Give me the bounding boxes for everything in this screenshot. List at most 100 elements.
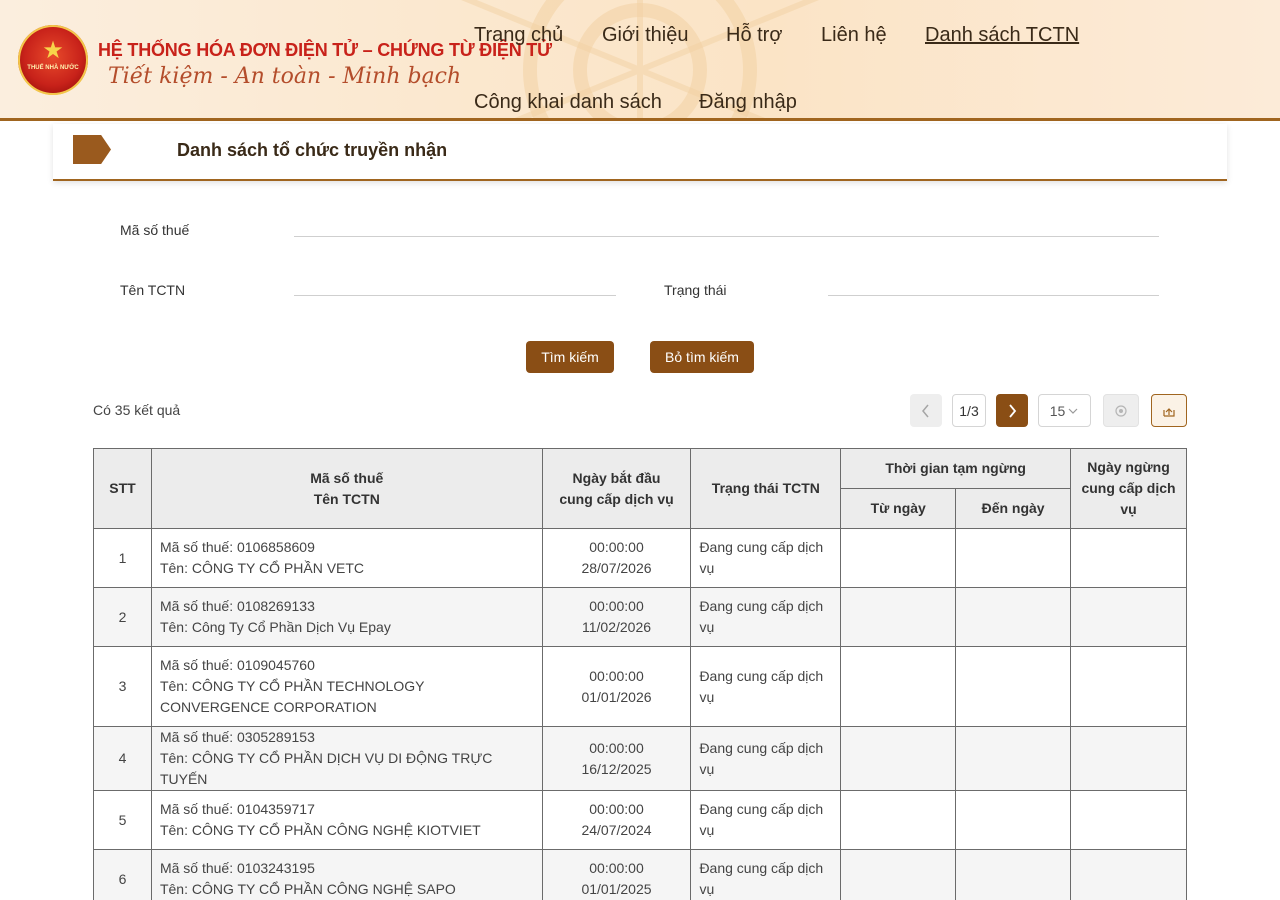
row-start-date: 00:00:00 28/07/2026	[541, 528, 692, 588]
row-tctn-name: Tên: Công Ty Cổ Phần Dịch Vụ Epay	[159, 619, 391, 635]
row-start-day: 28/07/2026	[581, 560, 652, 576]
row-from-date	[840, 726, 957, 791]
search-button[interactable]: Tìm kiếm	[526, 341, 614, 373]
header-to-date: Đến ngày	[955, 488, 1072, 529]
row-from-date	[840, 587, 957, 647]
status-select[interactable]	[828, 272, 1159, 296]
row-status: Đang cung cấp dịch vụ	[690, 790, 842, 850]
row-stop-date	[1070, 726, 1187, 791]
header-tax-code: Mã số thuế	[310, 469, 384, 486]
arrow-tag-icon	[73, 135, 111, 164]
row-start-time: 00:00:00	[589, 667, 644, 684]
row-stt: 5	[93, 790, 152, 850]
brand-slogan: Tiết kiệm - An toàn - Minh bạch	[108, 64, 462, 89]
row-status: Đang cung cấp dịch vụ	[690, 587, 842, 647]
table-row: 4 Mã số thuế: 0305289153 Tên: CÔNG TY CỔ…	[93, 726, 1187, 791]
clear-search-button[interactable]: Bỏ tìm kiếm	[650, 341, 754, 373]
row-tax-code: Mã số thuế: 0104359717	[159, 801, 315, 817]
row-to-date	[955, 646, 1072, 727]
nav-contact[interactable]: Liên hệ	[821, 24, 887, 47]
row-start-date: 00:00:00 16/12/2025	[541, 726, 692, 791]
row-stop-date	[1070, 790, 1187, 850]
header-tax-name: Mã số thuế Tên TCTN	[150, 448, 543, 529]
row-tax-code: Mã số thuế: 0106858609	[159, 539, 315, 555]
row-from-date	[840, 790, 957, 850]
tax-code-label: Mã số thuế	[120, 222, 190, 238]
nav-support[interactable]: Hỗ trợ	[726, 24, 782, 47]
row-stt: 6	[93, 849, 152, 900]
row-status: Đang cung cấp dịch vụ	[690, 849, 842, 900]
row-stop-date	[1070, 646, 1187, 727]
nav-public-list[interactable]: Công khai danh sách	[474, 91, 662, 114]
row-tctn-info: Mã số thuế: 0104359717 Tên: CÔNG TY CỔ P…	[150, 790, 543, 850]
row-start-date: 00:00:00 24/07/2024	[541, 790, 692, 850]
row-stt: 4	[93, 726, 152, 791]
page-indicator: 1/3	[952, 394, 986, 427]
status-label: Trạng thái	[664, 282, 727, 298]
section-header: Danh sách tổ chức truyền nhận	[53, 124, 1227, 181]
row-to-date	[955, 790, 1072, 850]
export-icon	[1163, 407, 1175, 417]
row-stt: 2	[93, 587, 152, 647]
chevron-left-icon	[922, 404, 929, 417]
row-start-date: 00:00:00 01/01/2026	[541, 646, 692, 727]
row-to-date	[955, 849, 1072, 900]
nav-login[interactable]: Đăng nhập	[699, 91, 797, 114]
row-start-day: 24/07/2024	[581, 822, 652, 838]
nav-about[interactable]: Giới thiệu	[602, 24, 688, 47]
table-row: 3 Mã số thuế: 0109045760 Tên: CÔNG TY CỔ…	[93, 646, 1187, 727]
row-stop-date	[1070, 587, 1187, 647]
row-tctn-name: Tên: CÔNG TY CỔ PHẦN VETC	[159, 560, 365, 576]
row-start-day: 01/01/2025	[581, 881, 652, 897]
prev-page-button[interactable]	[910, 394, 942, 427]
row-tctn-info: Mã số thuế: 0103243195 Tên: CÔNG TY CỔ P…	[150, 849, 543, 900]
nav-tctn-list[interactable]: Danh sách TCTN	[925, 24, 1079, 47]
row-tctn-info: Mã số thuế: 0305289153 Tên: CÔNG TY CỔ P…	[150, 726, 543, 791]
row-stop-date	[1070, 849, 1187, 900]
row-start-time: 00:00:00	[589, 598, 644, 614]
nav-home[interactable]: Trang chủ	[474, 24, 563, 47]
row-from-date	[840, 646, 957, 727]
star-icon: ★	[42, 37, 64, 64]
row-tctn-name: Tên: CÔNG TY CỔ PHẦN CÔNG NGHỆ SAPO	[159, 881, 456, 897]
header-start-date: Ngày bắt đầu cung cấp dịch vụ	[541, 448, 692, 529]
row-tax-code: Mã số thuế: 0108269133	[159, 598, 315, 614]
chevron-down-icon	[1068, 408, 1078, 414]
row-to-date	[955, 726, 1072, 791]
row-tctn-name: Tên: CÔNG TY CỔ PHẦN CÔNG NGHỆ KIOTVIET	[159, 822, 481, 838]
row-start-date: 00:00:00 01/01/2025	[541, 849, 692, 900]
row-to-date	[955, 587, 1072, 647]
header-from-date: Từ ngày	[840, 488, 957, 529]
table-row: 2 Mã số thuế: 0108269133 Tên: Công Ty Cổ…	[93, 587, 1187, 647]
table-row: 6 Mã số thuế: 0103243195 Tên: CÔNG TY CỔ…	[93, 849, 1187, 900]
page-size-select[interactable]: 15	[1038, 394, 1091, 427]
row-start-day: 01/01/2026	[581, 688, 652, 705]
row-tax-code: Mã số thuế: 0103243195	[159, 860, 315, 876]
row-status: Đang cung cấp dịch vụ	[690, 646, 842, 727]
settings-button[interactable]	[1103, 394, 1139, 427]
header-stop-date: Ngày ngừng cung cấp dịch vụ	[1070, 448, 1187, 529]
row-status: Đang cung cấp dịch vụ	[690, 528, 842, 588]
tctn-name-input[interactable]	[294, 272, 616, 296]
emblem-logo[interactable]: ★ THUẾ NHÀ NƯỚC	[18, 25, 88, 95]
row-stt: 1	[93, 528, 152, 588]
tax-code-input[interactable]	[294, 213, 1159, 237]
row-status: Đang cung cấp dịch vụ	[690, 726, 842, 791]
site-header: ★ THUẾ NHÀ NƯỚC HỆ THỐNG HÓA ĐƠN ĐIỆN TỬ…	[0, 0, 1280, 121]
tctn-name-label: Tên TCTN	[120, 282, 186, 298]
row-start-day: 16/12/2025	[581, 760, 652, 777]
row-stop-date	[1070, 528, 1187, 588]
row-tax-code: Mã số thuế: 0109045760	[159, 657, 315, 673]
gear-icon	[1115, 404, 1127, 417]
row-start-day: 11/02/2026	[581, 619, 652, 635]
header-tctn-name: Tên TCTN	[313, 490, 380, 507]
row-tctn-info: Mã số thuế: 0109045760 Tên: CÔNG TY CỔ P…	[150, 646, 543, 727]
page-size-value: 15	[1049, 402, 1066, 419]
row-start-time: 00:00:00	[589, 739, 644, 756]
page-title: Danh sách tổ chức truyền nhận	[177, 140, 448, 160]
row-tax-code: Mã số thuế: 0305289153	[159, 729, 315, 745]
result-count: Có 35 kết quả	[93, 402, 181, 418]
next-page-button[interactable]	[996, 394, 1028, 427]
export-button[interactable]	[1151, 394, 1187, 427]
table-row: 5 Mã số thuế: 0104359717 Tên: CÔNG TY CỔ…	[93, 790, 1187, 850]
